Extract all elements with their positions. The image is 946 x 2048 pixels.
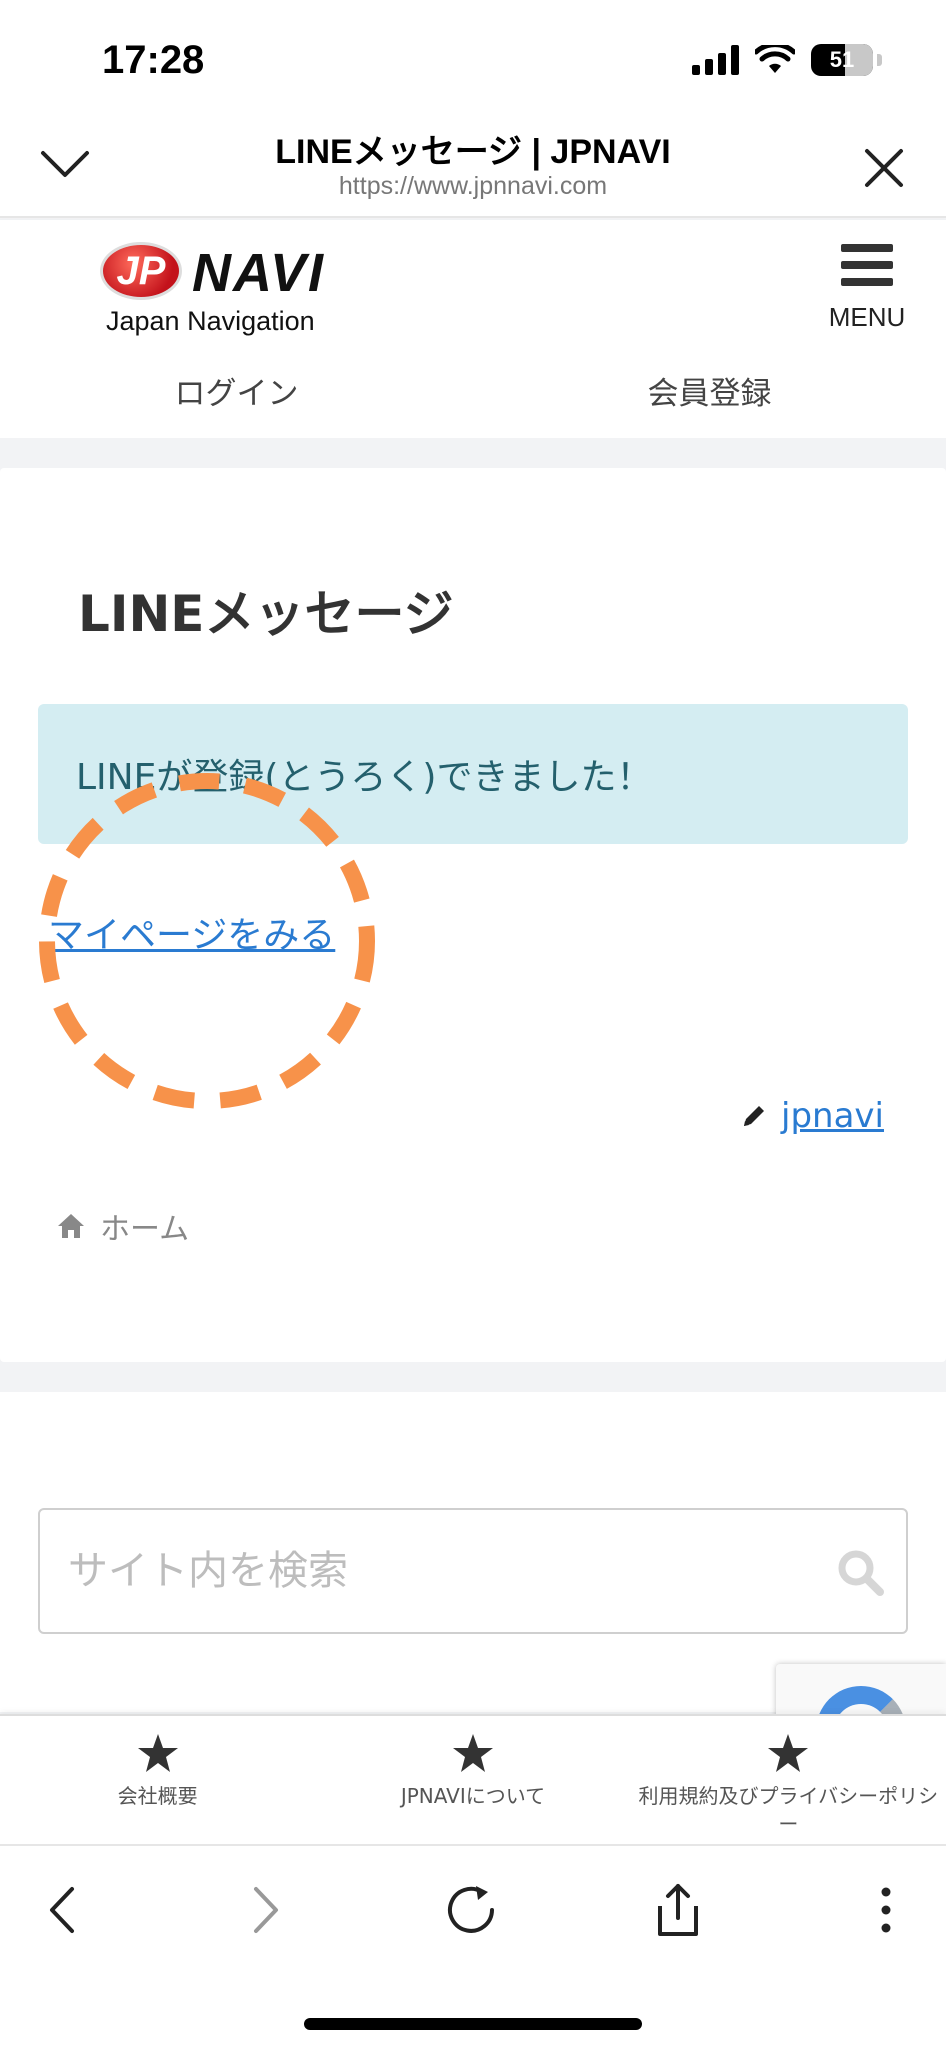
star-icon [137,1734,178,1772]
back-button[interactable] [32,1880,92,1940]
logo-tagline: Japan Navigation [106,306,315,336]
browser-toolbar [0,1844,946,2048]
search-box [38,1508,908,1634]
share-icon [658,1884,698,1936]
author: jpnavi [741,1096,884,1136]
footer-label: 会社概要 [117,1784,198,1808]
mypage-link[interactable]: マイページをみる [48,906,335,958]
search-input[interactable] [68,1510,828,1632]
auth-links: ログイン 会員登録 [0,342,946,438]
breadcrumb: ホーム [56,1204,189,1248]
breadcrumb-home[interactable]: ホーム [100,1204,189,1248]
site-logo[interactable]: JP NAVI Japan Navigation [100,232,370,336]
footer-label: JPNAVIについて [400,1784,546,1808]
pencil-icon [744,1106,765,1126]
logo-name: NAVI [192,243,326,303]
menu-label: MENU [828,302,906,332]
battery-icon: 51 [811,44,873,76]
status-time: 17:28 [102,38,205,82]
footer-label: 利用規約及びプライバシーポリシー [638,1784,939,1836]
star-icon [768,1734,809,1772]
status-icons: 51 [692,44,882,76]
page-title: LINEメッセージ | JPNAVI [275,133,671,171]
article-title: LINEメッセージ [78,585,454,643]
hamburger-icon [841,244,893,286]
page-url[interactable]: https://www.jpnnavi.com [0,172,946,201]
search-icon[interactable] [836,1548,884,1596]
site-header: JP NAVI Japan Navigation MENU [0,220,946,342]
success-alert: LINEが登録(とうろく)できました！ [38,704,908,844]
battery-level: 51 [829,47,855,72]
content-card: LINEメッセージ LINEが登録(とうろく)できました！ マイページをみる j… [0,468,946,1362]
forward-button[interactable] [236,1880,296,1940]
footer-item-company[interactable]: 会社概要 [0,1716,315,1844]
browser-top-bar: 17:28 51 LINEメッセージ | JPNAVI https://www.… [0,0,946,218]
footer-nav: 会社概要 JPNAVIについて 利用規約及びプライバシーポリシー [0,1714,946,1844]
home-icon [58,1214,84,1238]
menu-button[interactable]: MENU [820,238,914,332]
login-link[interactable]: ログイン [0,342,473,438]
register-link[interactable]: 会員登録 [473,342,946,438]
footer-item-terms[interactable]: 利用規約及びプライバシーポリシー [631,1716,946,1844]
cellular-signal-icon [692,45,739,75]
star-icon [452,1734,493,1772]
chevron-left-icon [50,1887,74,1933]
author-link[interactable]: jpnavi [781,1096,884,1136]
footer-item-about[interactable]: JPNAVIについて [315,1716,630,1844]
reload-icon [448,1886,494,1933]
more-vertical-icon [881,1887,891,1933]
more-options-button[interactable] [856,1880,916,1940]
wifi-icon [755,45,795,73]
home-indicator [304,2018,642,2030]
reload-button[interactable] [442,1880,502,1940]
close-icon[interactable] [862,146,906,190]
chevron-right-icon [254,1887,278,1933]
share-button[interactable] [648,1880,708,1940]
logo-mark: JP [100,242,182,300]
